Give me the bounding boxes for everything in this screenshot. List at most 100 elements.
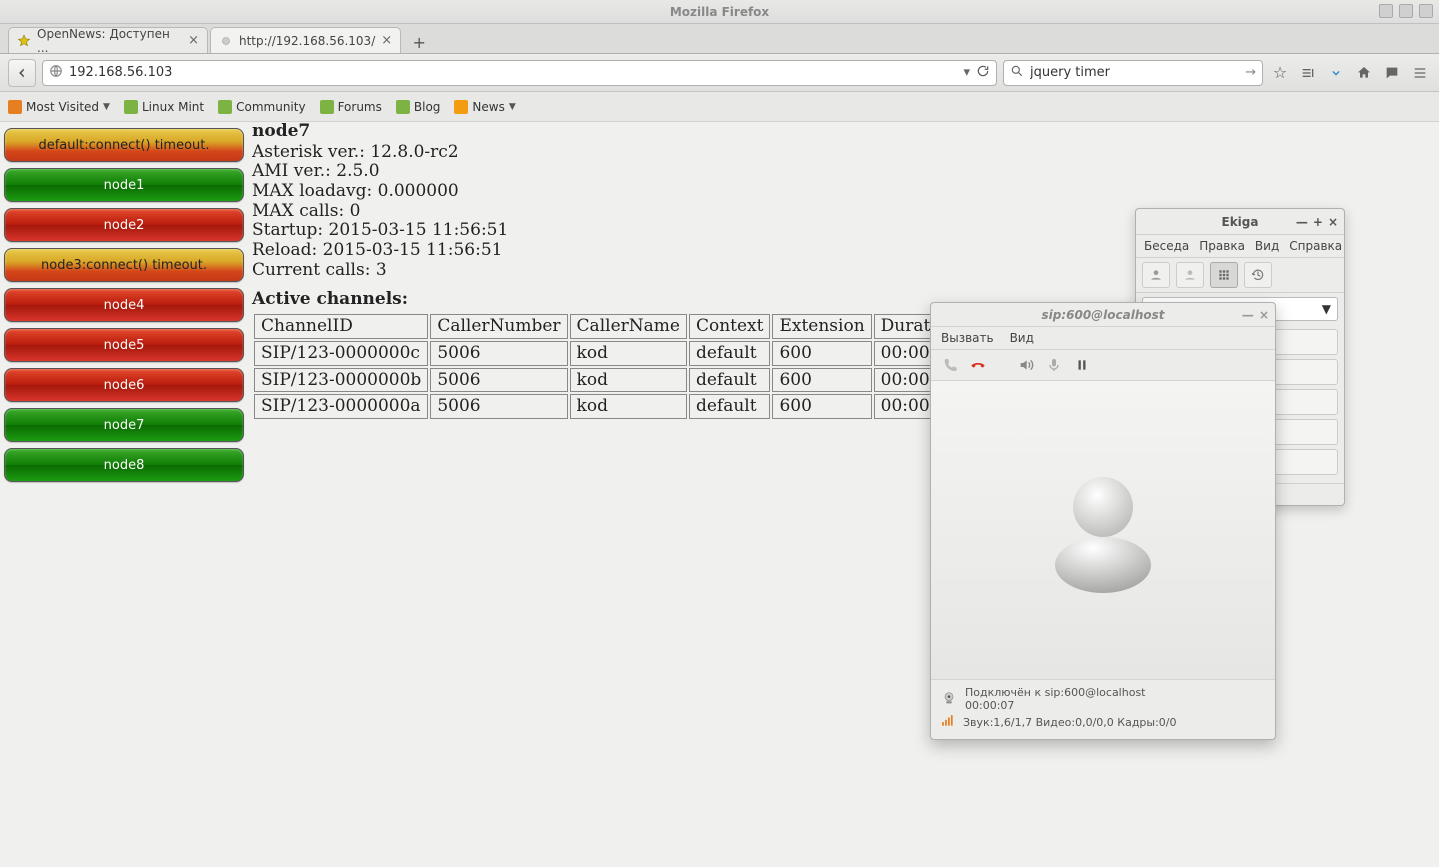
history-icon[interactable] (1244, 262, 1272, 288)
person-icon[interactable] (1176, 262, 1204, 288)
table-cell: SIP/123-0000000a (254, 394, 428, 419)
close-button[interactable] (1419, 4, 1433, 18)
menu-view[interactable]: Вид (1255, 239, 1279, 253)
active-channels-heading: Active channels: (252, 290, 1028, 309)
tab-opennews[interactable]: OpenNews: Доступен ... × (8, 27, 208, 53)
bookmark-community[interactable]: Community (218, 100, 305, 114)
search-icon (1010, 64, 1024, 82)
bookmarks-bar: Most Visited▼ Linux Mint Community Forum… (0, 92, 1439, 122)
library-icon[interactable] (1297, 62, 1319, 84)
table-header: Context (689, 314, 771, 339)
ekiga-window-buttons: — + × (1296, 215, 1338, 229)
node-button[interactable]: node2 (4, 208, 244, 242)
max-calls: MAX calls: 0 (252, 202, 1028, 221)
node-button[interactable]: default:connect() timeout. (4, 128, 244, 162)
downloads-icon[interactable] (1325, 62, 1347, 84)
mic-icon[interactable] (1045, 356, 1063, 374)
os-window-buttons (1379, 4, 1433, 18)
max-loadavg: MAX loadavg: 0.000000 (252, 182, 1028, 201)
pause-icon[interactable] (1073, 356, 1091, 374)
phone-call-icon[interactable] (941, 356, 959, 374)
tab-close-icon[interactable]: × (188, 33, 199, 48)
menu-chat[interactable]: Беседа (1144, 239, 1189, 253)
current-calls: Current calls: 3 (252, 261, 1028, 280)
webcam-icon (941, 690, 957, 709)
new-tab-button[interactable]: + (407, 31, 431, 53)
node-button[interactable]: node3:connect() timeout. (4, 248, 244, 282)
rss-icon (454, 100, 468, 114)
table-row: SIP/123-0000000b5006koddefault60000:00:1… (254, 368, 1026, 393)
url-text: 192.168.56.103 (69, 65, 957, 80)
node-button[interactable]: node5 (4, 328, 244, 362)
node-button[interactable]: node7 (4, 408, 244, 442)
signal-icon (941, 714, 955, 731)
back-button[interactable] (8, 59, 36, 87)
bookmark-news[interactable]: News▼ (454, 100, 515, 114)
folder-icon (8, 100, 22, 114)
bookmark-linux-mint[interactable]: Linux Mint (124, 100, 204, 114)
reload-time: Reload: 2015-03-15 11:56:51 (252, 241, 1028, 260)
hangup-icon[interactable] (969, 356, 987, 374)
ekiga-titlebar[interactable]: Ekiga — + × (1136, 209, 1344, 235)
search-go-icon[interactable]: → (1245, 65, 1256, 80)
node-list: default:connect() timeout. node1 node2 node… (0, 122, 248, 494)
search-bar[interactable]: jquery timer → (1003, 60, 1263, 86)
chevron-down-icon: ▼ (103, 102, 110, 112)
table-cell: default (689, 394, 771, 419)
bookmark-most-visited[interactable]: Most Visited▼ (8, 100, 110, 114)
node-button[interactable]: node4 (4, 288, 244, 322)
call-window[interactable]: sip:600@localhost — × Вызвать Вид (930, 302, 1276, 740)
os-window-title: Mozilla Firefox (670, 5, 769, 19)
call-title: sip:600@localhost (1041, 308, 1164, 322)
tab-label: http://192.168.56.103/ (239, 34, 375, 48)
favicon-star-icon (17, 34, 31, 48)
node-button[interactable]: node6 (4, 368, 244, 402)
call-titlebar[interactable]: sip:600@localhost — × (931, 303, 1275, 327)
minimize-icon[interactable]: — (1296, 215, 1308, 229)
call-stats: Звук:1,6/1,7 Видео:0,0/0,0 Кадры:0/0 (963, 716, 1177, 729)
table-cell: default (689, 368, 771, 393)
contact-icon[interactable] (1142, 262, 1170, 288)
bookmark-forums[interactable]: Forums (320, 100, 382, 114)
menu-edit[interactable]: Правка (1199, 239, 1245, 253)
table-cell: 600 (772, 341, 871, 366)
maximize-button[interactable] (1399, 4, 1413, 18)
speaker-icon[interactable] (1017, 356, 1035, 374)
menu-call[interactable]: Вызвать (941, 331, 994, 345)
table-header: CallerNumber (430, 314, 567, 339)
close-icon[interactable]: × (1259, 308, 1269, 322)
bookmark-label: Blog (414, 100, 441, 114)
minimize-icon[interactable]: — (1242, 308, 1254, 322)
dialpad-icon[interactable] (1210, 262, 1238, 288)
table-row: SIP/123-0000000c5006koddefault60000:00:0… (254, 341, 1026, 366)
node-title: node7 (252, 122, 1028, 141)
bookmark-blog[interactable]: Blog (396, 100, 441, 114)
channels-table: ChannelIDCallerNumberCallerNameContextEx… (252, 312, 1028, 421)
chat-icon[interactable] (1381, 62, 1403, 84)
tab-active[interactable]: http://192.168.56.103/ × (210, 27, 401, 53)
close-icon[interactable]: × (1328, 215, 1338, 229)
tab-close-icon[interactable]: × (381, 33, 392, 48)
table-row: SIP/123-0000000a5006koddefault60000:00:2… (254, 394, 1026, 419)
node-button[interactable]: node8 (4, 448, 244, 482)
table-cell: 5006 (430, 341, 567, 366)
asterisk-version: Asterisk ver.: 12.8.0-rc2 (252, 143, 1028, 162)
menu-icon[interactable] (1409, 62, 1431, 84)
table-cell: default (689, 341, 771, 366)
ekiga-toolbar (1136, 258, 1344, 293)
menu-help[interactable]: Справка (1289, 239, 1342, 253)
minimize-button[interactable] (1379, 4, 1393, 18)
menu-view[interactable]: Вид (1010, 331, 1034, 345)
reload-button[interactable] (976, 64, 990, 82)
bookmark-star-icon[interactable]: ☆ (1269, 62, 1291, 84)
url-dropdown-icon[interactable]: ▾ (963, 65, 970, 80)
table-header: Extension (772, 314, 871, 339)
table-cell: SIP/123-0000000b (254, 368, 428, 393)
maximize-icon[interactable]: + (1313, 215, 1323, 229)
home-icon[interactable] (1353, 62, 1375, 84)
node-button[interactable]: node1 (4, 168, 244, 202)
table-header: CallerName (570, 314, 687, 339)
url-bar[interactable]: 192.168.56.103 ▾ (42, 60, 997, 86)
favicon-blank-icon (219, 34, 233, 48)
bookmark-label: Forums (338, 100, 382, 114)
